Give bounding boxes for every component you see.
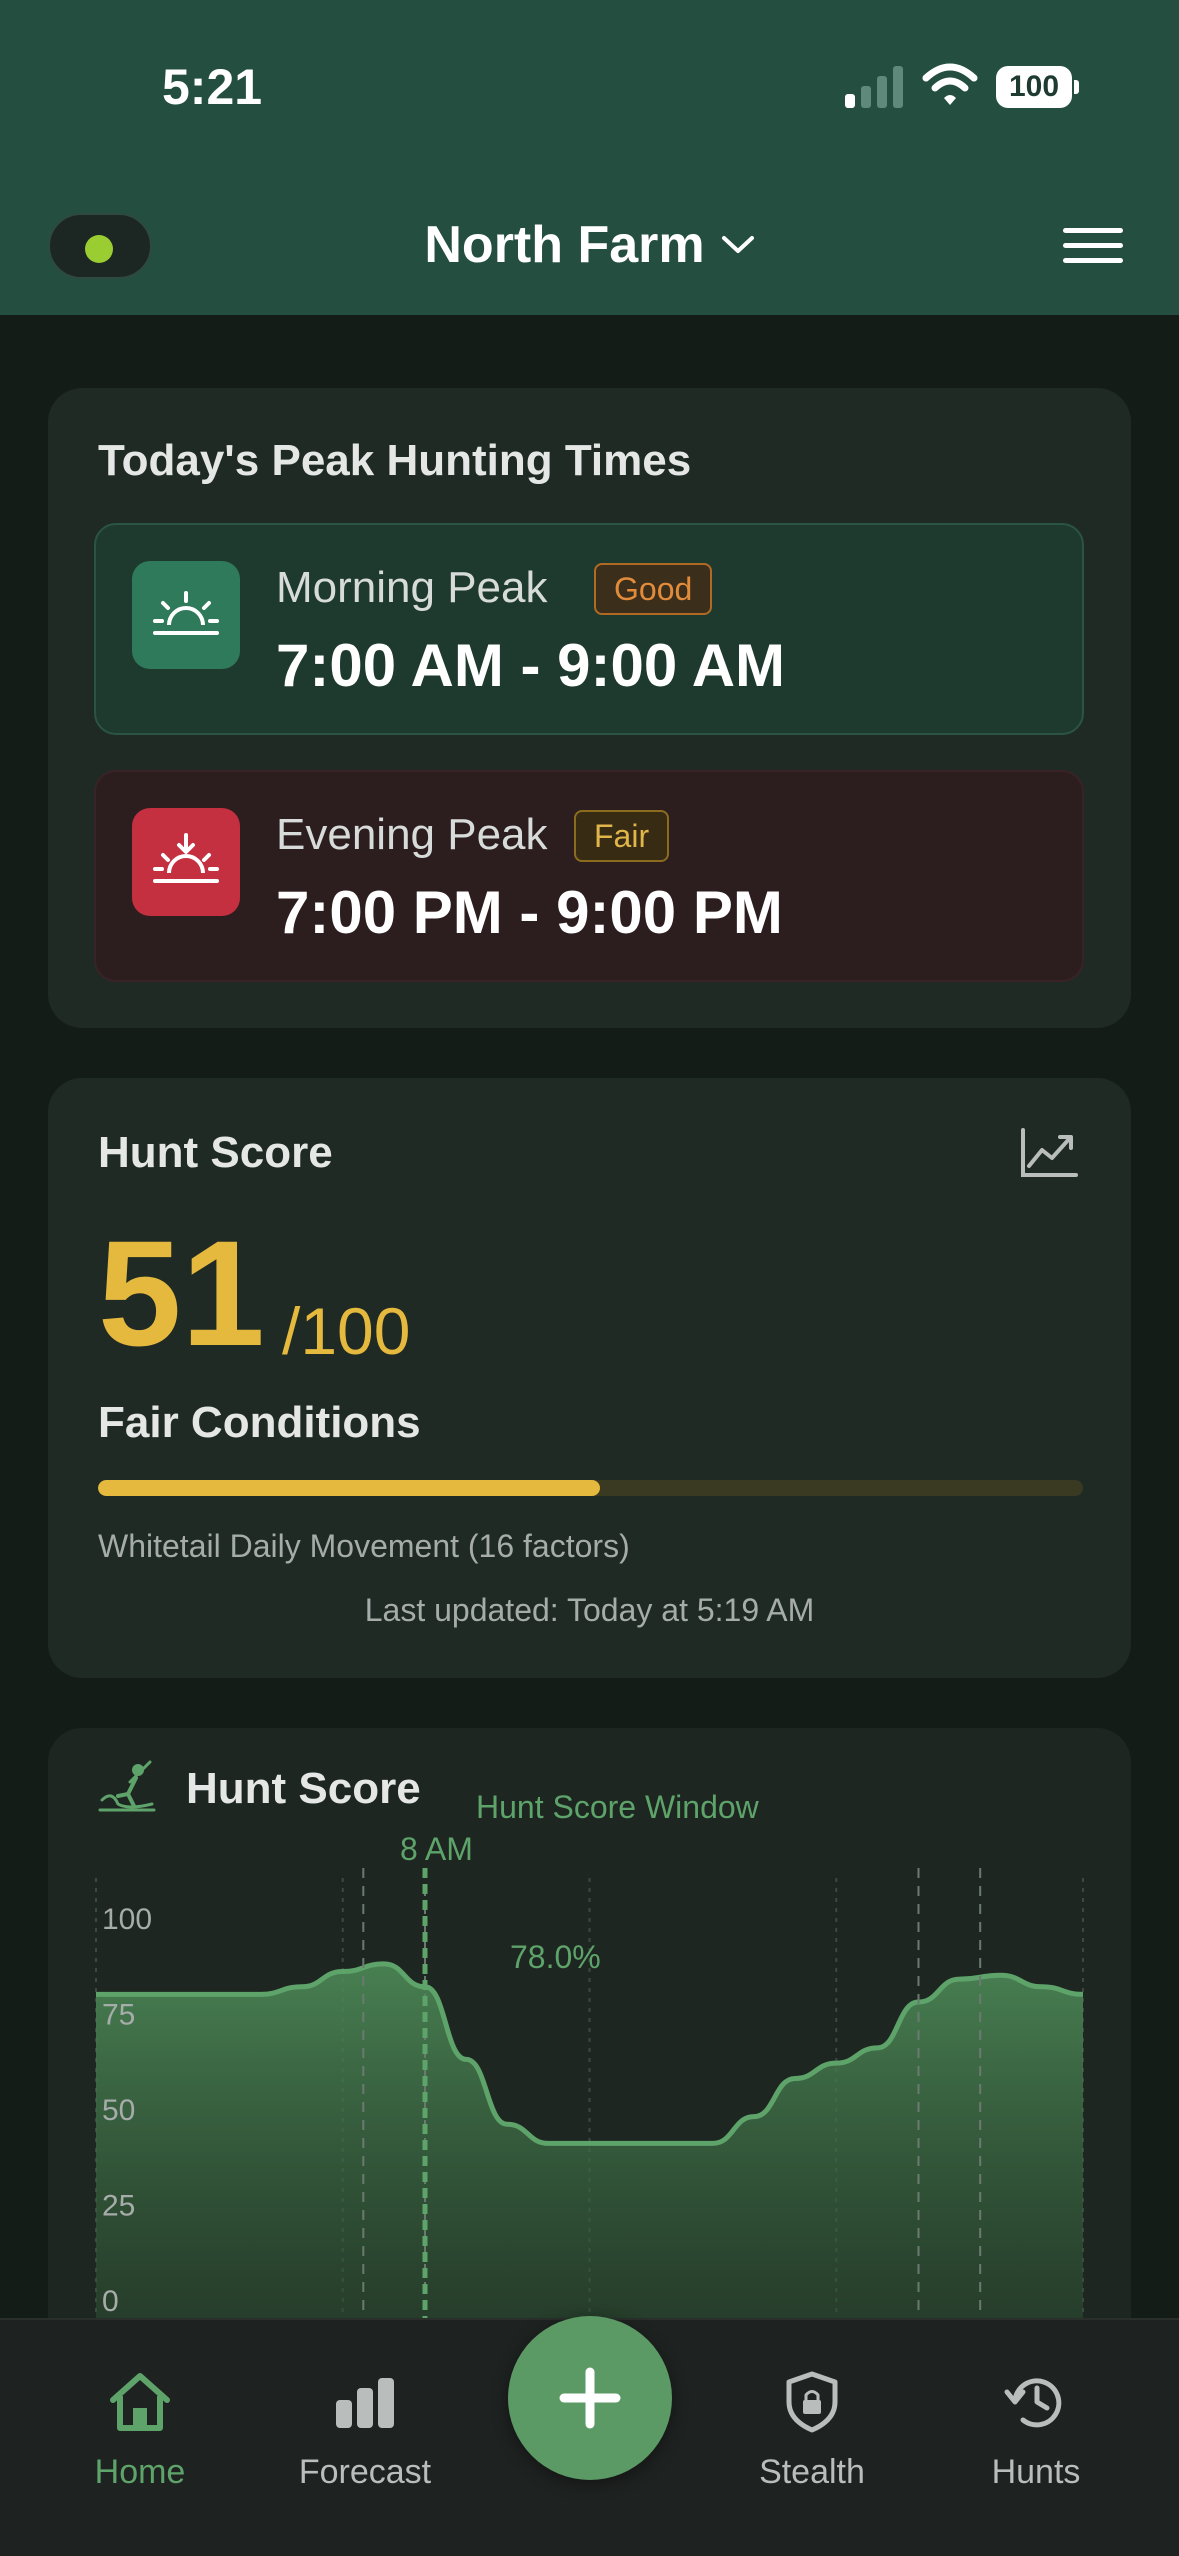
trend-chart-icon[interactable] <box>1020 1128 1078 1178</box>
wifi-icon <box>922 63 978 105</box>
y-tick-label: 75 <box>102 1999 135 2032</box>
window-label: Hunt Score Window <box>476 1789 760 1825</box>
sunset-icon <box>132 808 240 916</box>
chevron-down-icon <box>721 236 754 253</box>
nav-home[interactable]: Home <box>50 2370 230 2492</box>
nav-label: Stealth <box>759 2453 865 2491</box>
score-progress-bar <box>98 1480 1083 1496</box>
last-updated: Last updated: Today at 5:19 AM <box>364 1592 815 1628</box>
farm-selector[interactable]: North Farm <box>0 215 1179 275</box>
shield-lock-icon <box>786 2371 838 2433</box>
marker-value-label: 78.0% <box>510 1939 601 1975</box>
history-icon <box>1004 2378 1062 2428</box>
battery-icon: 100 <box>996 66 1080 108</box>
nav-label: Home <box>94 2453 186 2491</box>
morning-peak-label: Morning Peak <box>276 563 548 612</box>
evening-peak-item[interactable]: Evening Peak Fair 7:00 PM - 9:00 PM <box>94 770 1084 982</box>
cellular-signal-icon <box>845 66 903 108</box>
plus-icon <box>559 2367 621 2429</box>
evening-quality-badge: Fair <box>574 810 670 862</box>
menu-icon[interactable] <box>1063 228 1123 264</box>
y-tick-label: 25 <box>102 2190 135 2223</box>
hunt-score-title: Hunt Score <box>98 1128 333 1177</box>
morning-quality-badge: Good <box>594 563 713 615</box>
conditions-label: Fair Conditions <box>98 1398 421 1447</box>
nav-hunts[interactable]: Hunts <box>946 2370 1126 2492</box>
score-area-fill <box>96 1963 1083 2360</box>
nav-label: Hunts <box>991 2453 1081 2491</box>
farm-name: North Farm <box>424 216 705 274</box>
hunt-score-card[interactable]: Hunt Score 51 /100 Fair Conditions White… <box>48 1078 1131 1678</box>
status-time: 5:21 <box>162 59 263 115</box>
nav-label: Forecast <box>298 2453 432 2491</box>
top-bar: 5:21 100 North Farm <box>0 0 1179 315</box>
y-tick-label: 100 <box>102 1903 152 1936</box>
evening-peak-time: 7:00 PM - 9:00 PM <box>276 879 783 946</box>
nav-stealth[interactable]: Stealth <box>722 2370 902 2492</box>
bar-chart-icon <box>336 2378 394 2428</box>
peak-times-card: Today's Peak Hunting Times Morning Peak … <box>48 388 1131 1028</box>
movement-description: Whitetail Daily Movement (16 factors) <box>98 1528 630 1564</box>
morning-peak-time: 7:00 AM - 9:00 AM <box>276 632 786 699</box>
sunrise-icon <box>132 561 240 669</box>
morning-peak-item[interactable]: Morning Peak Good 7:00 AM - 9:00 AM <box>94 523 1084 735</box>
y-tick-label: 0 <box>102 2285 119 2318</box>
evening-peak-label: Evening Peak <box>276 810 548 859</box>
peak-times-title: Today's Peak Hunting Times <box>98 436 692 485</box>
home-icon <box>110 2373 170 2431</box>
battery-level: 100 <box>996 66 1072 108</box>
hunt-score-value: 51 <box>98 1209 265 1377</box>
marker-time-label: 8 AM <box>400 1831 473 1867</box>
hunt-score-max: /100 <box>282 1294 411 1368</box>
add-button[interactable] <box>508 2316 672 2480</box>
nav-forecast[interactable]: Forecast <box>275 2370 455 2492</box>
score-progress-fill <box>98 1480 601 1496</box>
y-tick-label: 50 <box>102 2094 135 2127</box>
